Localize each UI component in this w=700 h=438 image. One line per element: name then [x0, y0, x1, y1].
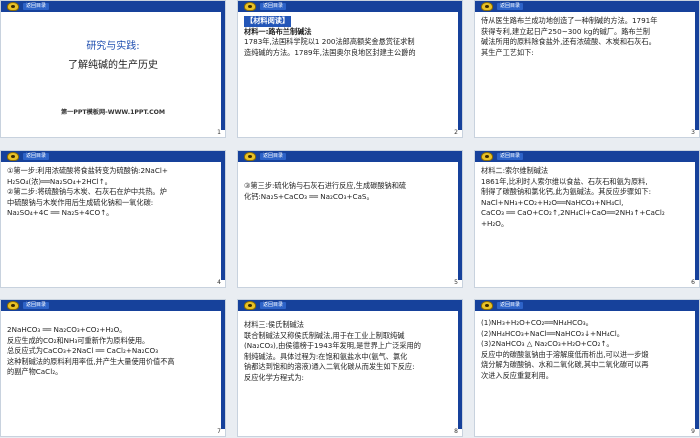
- slide-footer-text: 第一PPT模板网-WWW.1PPT.COM: [60, 109, 166, 116]
- side-accent: [221, 162, 225, 280]
- slide-body: 2NaHCO₃ ══ Na₂CO₃+CO₂+H₂O。 反应生成的CO₂和NH₃可…: [7, 325, 217, 426]
- text-line: ②第二步:将硫酸钠与木炭、石灰石在炉中共热。炉: [7, 187, 167, 197]
- text-line: CaCO₃ ══ CaO+CO₂↑,2NH₄Cl+CaO══2NH₃↑+CaCl…: [481, 208, 665, 218]
- text-line: 材料二:索尔维制碱法: [481, 166, 549, 175]
- slide-body: ③第三步:硫化钠与石灰石进行反应,生成碳酸钠和硫 化钙:Na₂S+CaCO₃ ═…: [244, 181, 454, 277]
- side-accent: [695, 162, 699, 280]
- slide-thumbnail-4[interactable]: 返回目录 ①第一步:利用浓硫酸将食盐转变为硫酸钠:2NaCl+ H₂SO₄(浓)…: [0, 150, 226, 288]
- slide-number: 3: [691, 129, 695, 136]
- text-line: +H₂O。: [481, 218, 509, 228]
- text-line: (Na₂CO₃),由侯德榜于1943年发明,是世界上广泛采用的: [244, 341, 421, 351]
- slide-thumbnail-3[interactable]: 返回目录 侍从医生路布兰成功地创造了一种制碱的方法。1791年 获得专利,建立起…: [474, 0, 700, 138]
- text-line: ①第一步:利用浓硫酸将食盐转变为硫酸钠:2NaCl+: [7, 166, 168, 175]
- text-line: 联合制碱法又称侯氏制碱法,用于在工业上制取纯碱: [244, 330, 405, 340]
- side-accent: [458, 12, 462, 130]
- logo-icon: [244, 152, 256, 161]
- text-line: 材料一:路布兰制碱法: [244, 26, 312, 36]
- text-line: 反应中的碳酸氢钠由于溶解度低而析出,可以进一步煅: [481, 349, 649, 359]
- back-to-contents-button[interactable]: 返回目录: [23, 3, 50, 10]
- slide-thumbnail-5[interactable]: 返回目录 ③第三步:硫化钠与石灰石进行反应,生成碳酸钠和硫 化钙:Na₂S+Ca…: [237, 150, 463, 288]
- text-line: 碱法所用的原料除食盐外,还有浓硫酸、木炭和石灰石。: [481, 37, 656, 47]
- logo-icon: [481, 2, 493, 11]
- slide-number: 8: [454, 428, 458, 435]
- slide-body: (1)NH₃+H₂O+CO₂══NH₄HCO₃。 (2)NH₄HCO₃+NaCl…: [481, 318, 691, 426]
- back-to-contents-button[interactable]: 返回目录: [260, 302, 287, 309]
- slide-thumbnail-9[interactable]: 返回目录 (1)NH₃+H₂O+CO₂══NH₄HCO₃。 (2)NH₄HCO₃…: [474, 299, 700, 437]
- text-line: (1)NH₃+H₂O+CO₂══NH₄HCO₃。: [481, 318, 593, 327]
- text-line: 的副产物CaCl₂。: [7, 367, 63, 377]
- side-accent: [458, 311, 462, 429]
- text-line: H₂SO₄(浓)══Na₂SO₄+2HCl↑。: [7, 176, 112, 186]
- slide-number: 2: [454, 129, 458, 136]
- back-to-contents-button[interactable]: 返回目录: [260, 153, 287, 160]
- slide-body: ①第一步:利用浓硫酸将食盐转变为硫酸钠:2NaCl+ H₂SO₄(浓)══Na₂…: [7, 166, 217, 277]
- back-to-contents-button[interactable]: 返回目录: [497, 153, 524, 160]
- text-line: 这种制碱法的原料利用率低,并产生大量使用价值不高: [7, 356, 175, 366]
- slide-number: 7: [217, 428, 221, 435]
- back-to-contents-button[interactable]: 返回目录: [497, 3, 524, 10]
- logo-icon: [481, 152, 493, 161]
- text-line: 1861年,比利时人索尔维以食盐、石灰石和氨为原料,: [481, 176, 648, 186]
- side-accent: [458, 162, 462, 280]
- slide-thumbnail-7[interactable]: 返回目录 2NaHCO₃ ══ Na₂CO₃+CO₂+H₂O。 反应生成的CO₂…: [0, 299, 226, 437]
- back-to-contents-button[interactable]: 返回目录: [23, 302, 50, 309]
- text-line: 钠都达到饱和的溶液)通入二氧化碳从而发生如下反应:: [244, 362, 415, 372]
- slide-body: 【材料阅读】 材料一:路布兰制碱法 1783年,法国科学院以1 200法郎高额奖…: [244, 16, 454, 127]
- text-line: 化钙:Na₂S+CaCO₃ ══ Na₂CO₃+CaS。: [244, 191, 374, 201]
- slide-number: 9: [691, 428, 695, 435]
- text-line: NaCl+NH₃+CO₂+H₂O══NaHCO₃+NH₄Cl,: [481, 197, 624, 207]
- slide-thumbnail-1[interactable]: 返回目录 研究与实践: 了解纯碱的生产历史 第一PPT模板网-WWW.1PPT.…: [0, 0, 226, 138]
- text-line: 反应生成的CO₂和NH₃可重新作为原料使用。: [7, 335, 150, 345]
- text-line: 造纯碱的方法。1789年,法国奥尔良地区封建主公爵的: [244, 47, 416, 57]
- text-line: 总反应式为CaCO₃+2NaCl ══ CaCl₂+Na₂CO₃: [7, 346, 159, 356]
- text-line: 1783年,法国科学院以1 200法郎高额奖金悬赏征求制: [244, 37, 415, 47]
- text-line: 制纯碱法。具体过程为:在饱和氨盐水中(氨气、氯化: [244, 351, 408, 361]
- logo-icon: [481, 301, 493, 310]
- logo-icon: [244, 2, 256, 11]
- text-line: 反应化学方程式为:: [244, 372, 304, 382]
- side-accent: [695, 12, 699, 130]
- slide-thumbnail-6[interactable]: 返回目录 材料二:索尔维制碱法 1861年,比利时人索尔维以食盐、石灰石和氨为原…: [474, 150, 700, 288]
- logo-icon: [7, 301, 19, 310]
- text-line: 2NaHCO₃ ══ Na₂CO₃+CO₂+H₂O。: [7, 325, 127, 334]
- back-to-contents-button[interactable]: 返回目录: [260, 3, 287, 10]
- text-line: 烧分解为碳酸钠、水和二氧化碳,其中二氧化碳可以再: [481, 360, 649, 370]
- back-to-contents-button[interactable]: 返回目录: [497, 302, 524, 309]
- text-line: Na₂SO₄+4C ══ Na₂S+4CO↑。: [7, 208, 114, 218]
- text-line: 材料三:侯氏制碱法: [244, 320, 304, 329]
- text-line: 获得专利,建立起日产250~300 kg的碱厂。路布兰制: [481, 26, 650, 36]
- slide-body: 材料三:侯氏制碱法 联合制碱法又称侯氏制碱法,用于在工业上制取纯碱 (Na₂CO…: [244, 320, 454, 426]
- slide-number: 1: [217, 129, 221, 136]
- slide-title: 研究与实践:: [86, 41, 140, 52]
- slide-number: 5: [454, 279, 458, 286]
- text-line: 其生产工艺如下:: [481, 47, 534, 57]
- text-line: (3)2NaHCO₃ △ Na₂CO₃+H₂O+CO₂↑。: [481, 339, 614, 349]
- text-line: 中硫酸钠与木炭作用后生成硫化钠和一氧化碳:: [7, 197, 154, 207]
- side-accent: [221, 311, 225, 429]
- slide-subtitle: 了解纯碱的生产历史: [68, 60, 158, 71]
- logo-icon: [7, 152, 19, 161]
- text-line: (2)NH₄HCO₃+NaCl══NaHCO₃↓+NH₄Cl。: [481, 328, 624, 338]
- slide-thumbnail-2[interactable]: 返回目录 【材料阅读】 材料一:路布兰制碱法 1783年,法国科学院以1 200…: [237, 0, 463, 138]
- text-line: 制得了碳酸钠和氯化钙,此为氨碱法。其反应步骤如下:: [481, 187, 652, 197]
- slide-body: 侍从医生路布兰成功地创造了一种制碱的方法。1791年 获得专利,建立起日产250…: [481, 16, 691, 127]
- text-line: 次进入反应重复利用。: [481, 370, 553, 380]
- text-line: ③第三步:硫化钠与石灰石进行反应,生成碳酸钠和硫: [244, 181, 407, 190]
- section-tag: 【材料阅读】: [244, 16, 292, 27]
- slide-number: 6: [691, 279, 695, 286]
- slide-number: 4: [217, 279, 221, 286]
- logo-icon: [7, 2, 19, 11]
- text-line: 侍从医生路布兰成功地创造了一种制碱的方法。1791年: [481, 16, 658, 25]
- back-to-contents-button[interactable]: 返回目录: [23, 153, 50, 160]
- slide-body: 材料二:索尔维制碱法 1861年,比利时人索尔维以食盐、石灰石和氨为原料, 制得…: [481, 166, 691, 277]
- logo-icon: [244, 301, 256, 310]
- slide-thumbnail-8[interactable]: 返回目录 材料三:侯氏制碱法 联合制碱法又称侯氏制碱法,用于在工业上制取纯碱 (…: [237, 299, 463, 437]
- side-accent: [695, 311, 699, 429]
